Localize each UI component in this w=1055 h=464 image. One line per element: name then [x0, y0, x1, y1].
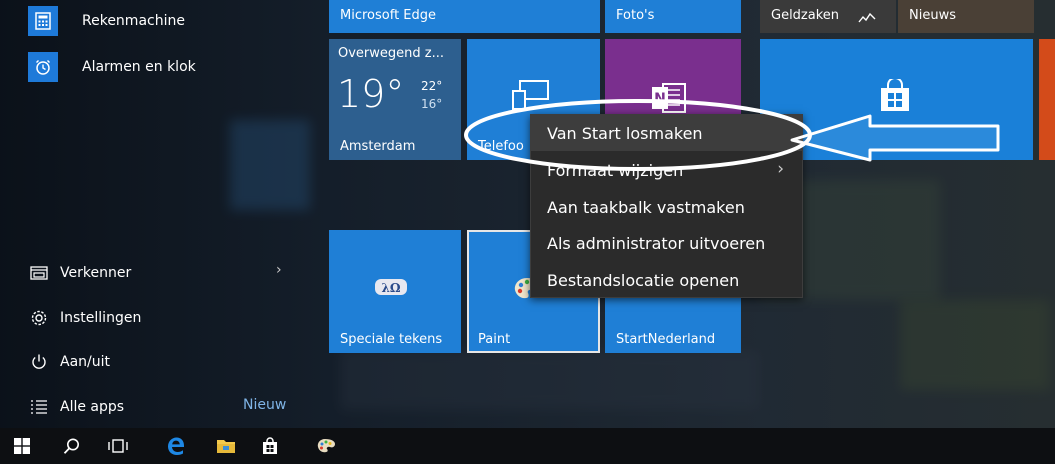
search-icon[interactable]: [52, 428, 92, 464]
edge-icon[interactable]: [156, 428, 196, 464]
taskbar: [0, 428, 1055, 464]
store-icon[interactable]: [250, 428, 290, 464]
file-explorer-icon[interactable]: [206, 428, 246, 464]
windows-start-icon[interactable]: [2, 428, 42, 464]
annotation-overlay: [464, 99, 1000, 171]
task-view-icon[interactable]: [98, 428, 138, 464]
paint-icon[interactable]: [306, 428, 346, 464]
